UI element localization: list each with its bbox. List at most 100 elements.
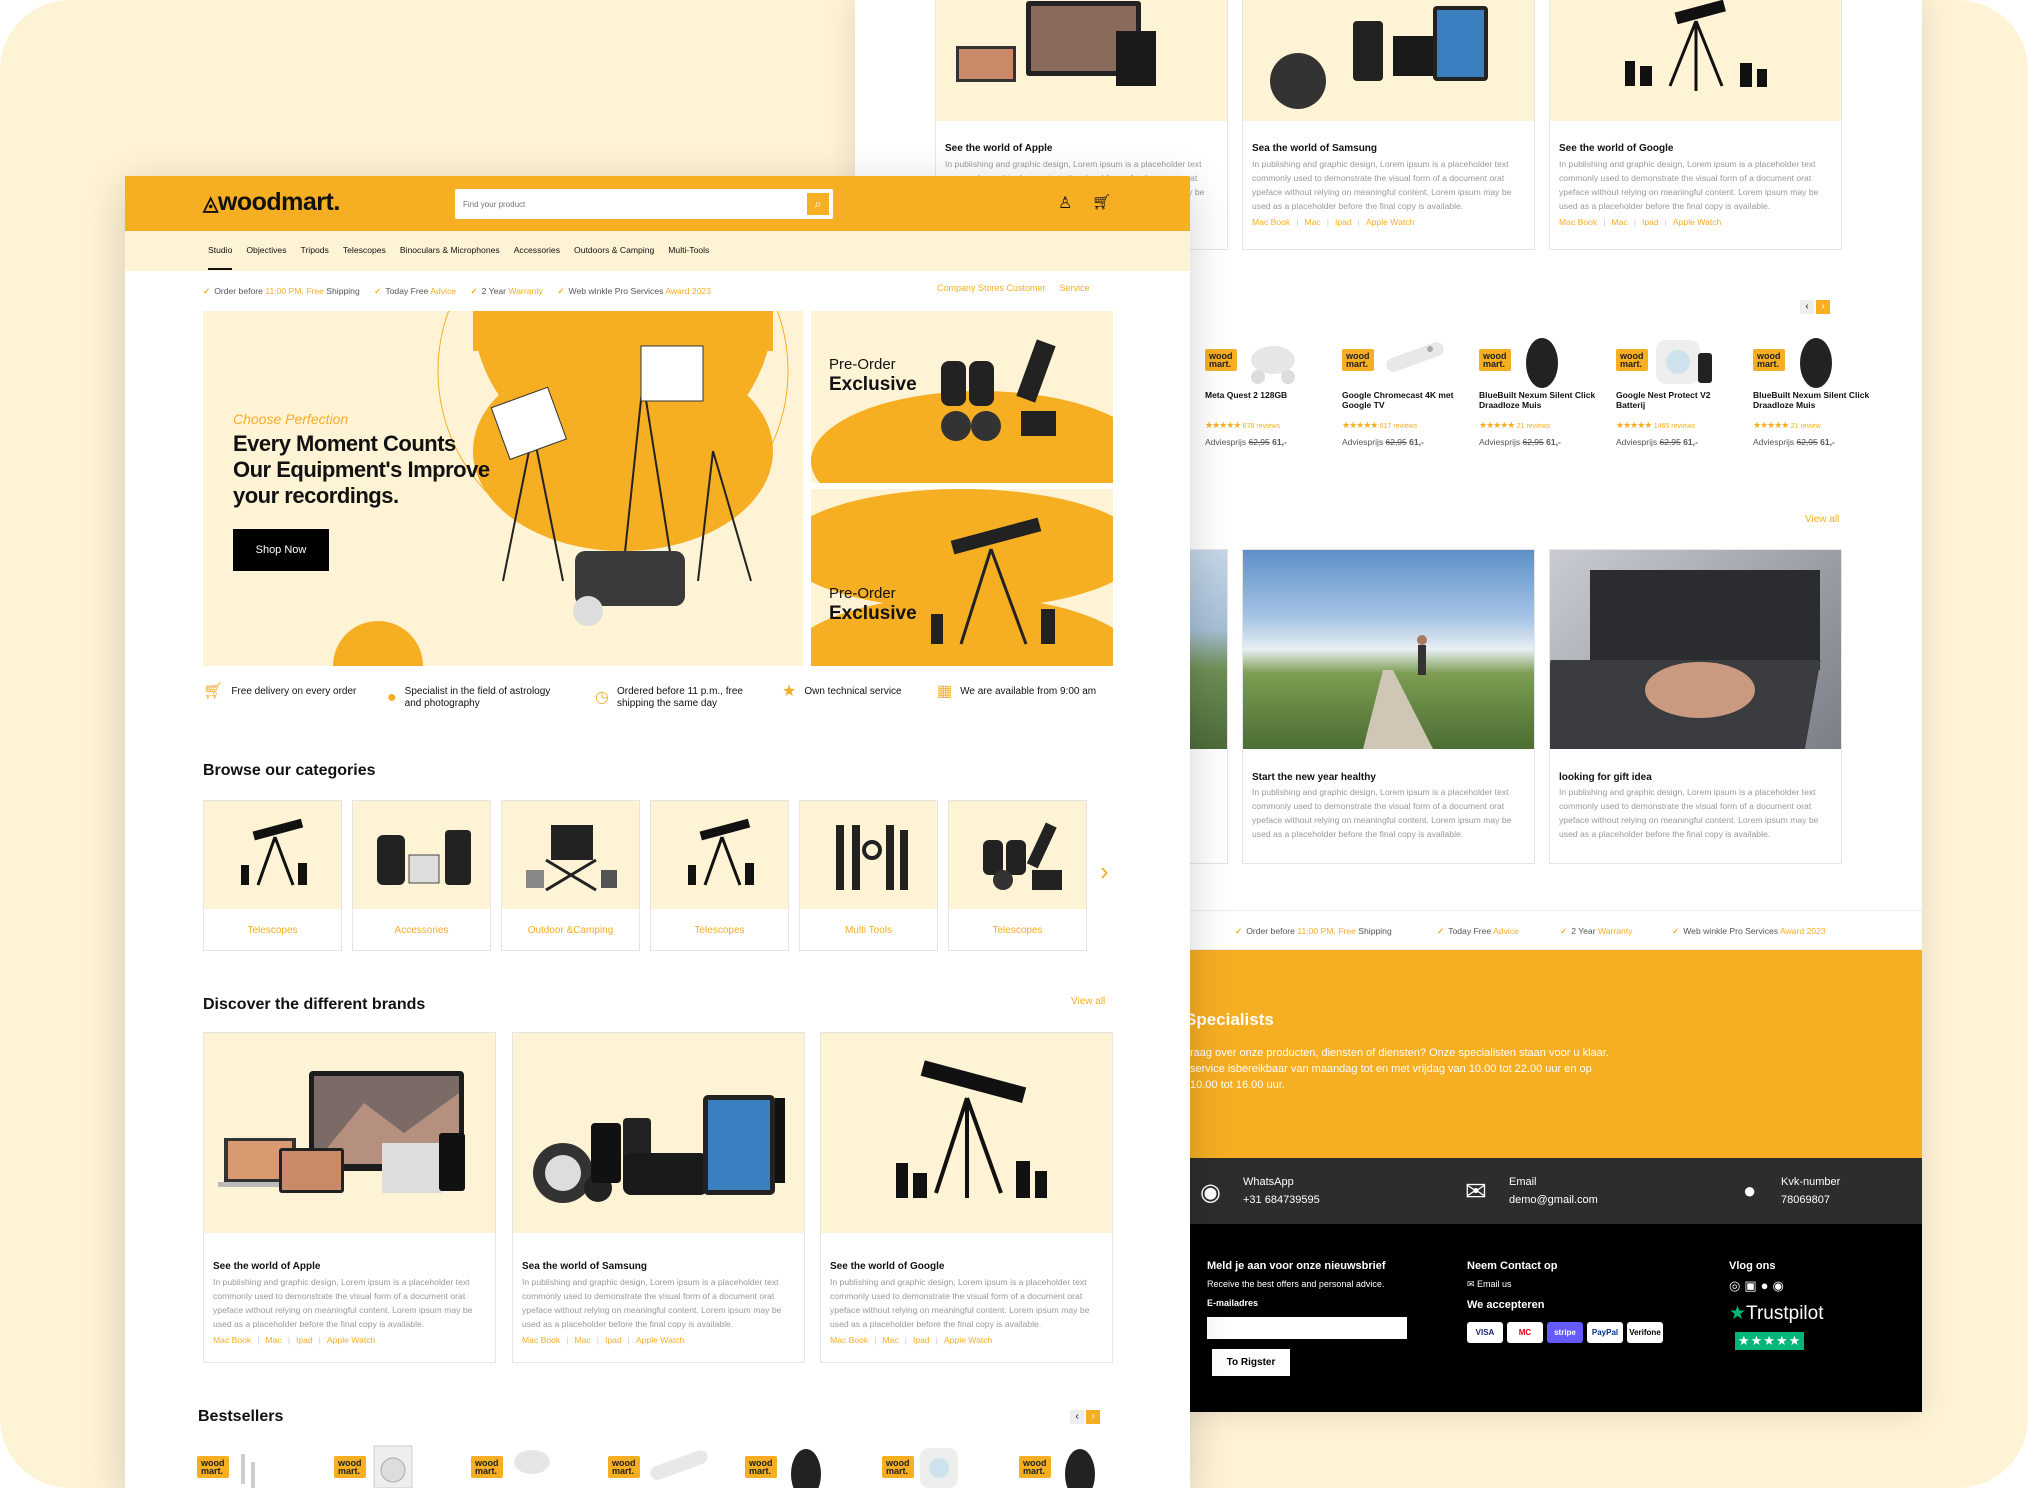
brand-card-google-back[interactable]: See the world of Google In publishing an… xyxy=(1549,0,1842,250)
category-card[interactable]: Telescopes xyxy=(203,800,342,951)
nav-item-outdoors[interactable]: Outdoors & Camping xyxy=(574,245,654,255)
promo-text: Pre-Order Exclusive xyxy=(829,356,917,395)
product-card[interactable]: wood mart. Meta Quest 2 128GB ★★★★★ 678 r… xyxy=(1205,335,1330,447)
tag-link[interactable]: Mac xyxy=(882,1335,898,1345)
brand-card-apple[interactable]: See the world of Apple In publishing and… xyxy=(203,1032,496,1363)
company-stores-link[interactable]: Company Stores Customer xyxy=(937,283,1046,293)
product-card[interactable]: wood mart. BlueBuilt Nexum Silent Click D… xyxy=(1479,335,1604,447)
bestsellers-next-button[interactable]: › xyxy=(1086,1410,1100,1424)
feature-service: ★ Own technical service xyxy=(782,683,902,700)
price-label: Adviesprijs xyxy=(1205,437,1247,447)
contact-title: Neem Contact op xyxy=(1467,1260,1558,1272)
promo-card[interactable]: Pre-Order Exclusive xyxy=(811,489,1113,666)
bestsellers-prev-button[interactable]: ‹ xyxy=(1070,1410,1084,1424)
blog-card[interactable]: Start the new year healthy In publishing… xyxy=(1242,549,1535,864)
linkedin-icon[interactable]: ▣ xyxy=(1744,1278,1760,1293)
category-card[interactable]: Accessories xyxy=(352,800,491,951)
category-label: Outdoor &Camping xyxy=(527,925,614,936)
blog-title: Start the new year healthy xyxy=(1252,772,1376,783)
carousel-prev-button[interactable]: ‹ xyxy=(1800,300,1814,314)
tag-link[interactable]: Mac xyxy=(265,1335,281,1345)
category-label: Telescopes xyxy=(992,925,1043,936)
old-price: 62,95 xyxy=(1248,437,1270,447)
contact-whatsapp[interactable]: WhatsApp +31 684739595 xyxy=(1243,1173,1320,1209)
mail-icon: ✉ xyxy=(1465,1176,1487,1206)
promo-card[interactable]: Pre-Order Exclusive xyxy=(811,311,1113,483)
vlog-title: Vlog ons xyxy=(1729,1260,1776,1272)
binoculars-image xyxy=(949,801,1086,909)
nav-item-studio[interactable]: Studio xyxy=(208,245,233,270)
front-page: ◬woodmart. ⌕ ♙ 🛒︎ Studio Objectives Tripod… xyxy=(125,176,1190,1488)
tag-link[interactable]: Ipad xyxy=(605,1335,622,1345)
search-input[interactable] xyxy=(463,195,793,213)
old-price: 62,95 xyxy=(1522,437,1544,447)
nav-item-accessories[interactable]: Accessories xyxy=(514,245,560,255)
card-title: See the world of Google xyxy=(830,1261,945,1272)
category-card[interactable]: Telescopes xyxy=(948,800,1087,951)
register-button[interactable]: To Rigster xyxy=(1212,1349,1290,1376)
pinterest-icon[interactable]: ◉ xyxy=(1773,1278,1788,1293)
tag-link[interactable]: Mac xyxy=(1304,217,1320,227)
blog-card[interactable]: looking for gift idea In publishing and … xyxy=(1534,549,1842,864)
user-icon[interactable]: ♙ xyxy=(1058,193,1072,213)
apple-devices-image xyxy=(204,1033,495,1233)
paypal-icon: PayPal xyxy=(1587,1322,1623,1343)
category-card[interactable]: Multi Tools xyxy=(799,800,938,951)
tag-link[interactable]: Ipad xyxy=(913,1335,930,1345)
tag-link[interactable]: Mac Book xyxy=(213,1335,251,1345)
category-card[interactable]: Outdoor &Camping xyxy=(501,800,640,951)
tag-link[interactable]: Ipad xyxy=(1642,217,1659,227)
feature-delivery: 🛒︎ Free delivery on every order xyxy=(203,683,357,700)
card-tags: Mac Book|Mac|Ipad|Apple Watch xyxy=(830,1335,993,1345)
tag-link[interactable]: Apple Watch xyxy=(1366,217,1414,227)
contact-email[interactable]: Email demo@gmail.com xyxy=(1509,1173,1598,1209)
nav-item-binoculars[interactable]: Binoculars & Microphones xyxy=(400,245,500,255)
tag-link[interactable]: Mac Book xyxy=(522,1335,560,1345)
tag-link[interactable]: Mac xyxy=(574,1335,590,1345)
tag-link[interactable]: Mac Book xyxy=(1252,217,1290,227)
nav-item-tripods[interactable]: Tripods xyxy=(301,245,329,255)
nav-item-objectives[interactable]: Objectives xyxy=(246,245,286,255)
product-card[interactable]: wood mart. Google Chromecast 4K met Googl… xyxy=(1342,335,1467,447)
email-us-link[interactable]: ✉ Email us xyxy=(1467,1279,1512,1290)
product-card[interactable]: wood mart. BlueBuilt Nexum Silent Click D… xyxy=(1753,335,1878,447)
brand-card-google[interactable]: See the world of Google In publishing an… xyxy=(820,1032,1113,1363)
review-count: 21 reviews xyxy=(1516,423,1551,430)
tag-link[interactable]: Apple Watch xyxy=(327,1335,375,1345)
visa-icon: VISA xyxy=(1467,1322,1503,1343)
rating-stars: ★★★★★ xyxy=(1753,420,1789,430)
logo[interactable]: ◬woodmart. xyxy=(203,188,340,217)
nav-item-telescopes[interactable]: Telescopes xyxy=(343,245,386,255)
search-button[interactable]: ⌕ xyxy=(807,193,829,215)
tag-link[interactable]: Mac Book xyxy=(1559,217,1597,227)
category-card[interactable]: Telescopes xyxy=(650,800,789,951)
newsletter-email-input[interactable] xyxy=(1207,1317,1407,1339)
woodmart-badge: wood mart. xyxy=(1205,349,1237,371)
nav-item-multitools[interactable]: Multi-Tools xyxy=(668,245,709,255)
tag-link[interactable]: Ipad xyxy=(296,1335,313,1345)
category-label: Telescopes xyxy=(247,925,298,936)
facebook-icon[interactable]: ● xyxy=(1761,1278,1773,1293)
accessories-image xyxy=(353,801,490,909)
tag-link[interactable]: Apple Watch xyxy=(1673,217,1721,227)
category-next-arrow[interactable]: › xyxy=(1100,856,1109,887)
tag-link[interactable]: Apple Watch xyxy=(636,1335,684,1345)
tag-link[interactable]: Apple Watch xyxy=(944,1335,992,1345)
service-link[interactable]: Service xyxy=(1060,283,1090,293)
card-desc: In publishing and graphic design, Lorem … xyxy=(1559,159,1819,211)
cart-icon[interactable]: 🛒︎ xyxy=(1092,193,1111,211)
tag-link[interactable]: Mac Book xyxy=(830,1335,868,1345)
brand-card-samsung-back[interactable]: Sea the world of Samsung In publishing a… xyxy=(1242,0,1535,250)
instagram-icon[interactable]: ◎ xyxy=(1729,1278,1744,1293)
tag-link[interactable]: Ipad xyxy=(1335,217,1352,227)
carousel-next-button[interactable]: › xyxy=(1816,300,1830,314)
blog-view-all-link[interactable]: View all xyxy=(1805,514,1839,525)
brands-view-all-link[interactable]: View all xyxy=(1071,996,1105,1007)
shop-now-button[interactable]: Shop Now xyxy=(233,529,329,571)
card-title: Sea the world of Samsung xyxy=(522,1261,648,1272)
product-card[interactable]: wood mart. Google Nest Protect V2 Batteri… xyxy=(1616,335,1741,447)
brand-card-samsung[interactable]: Sea the world of Samsung In publishing a… xyxy=(512,1032,805,1363)
woodmart-badge: wood mart. xyxy=(745,1456,777,1478)
leaf-icon: ● xyxy=(387,689,397,706)
tag-link[interactable]: Mac xyxy=(1611,217,1627,227)
